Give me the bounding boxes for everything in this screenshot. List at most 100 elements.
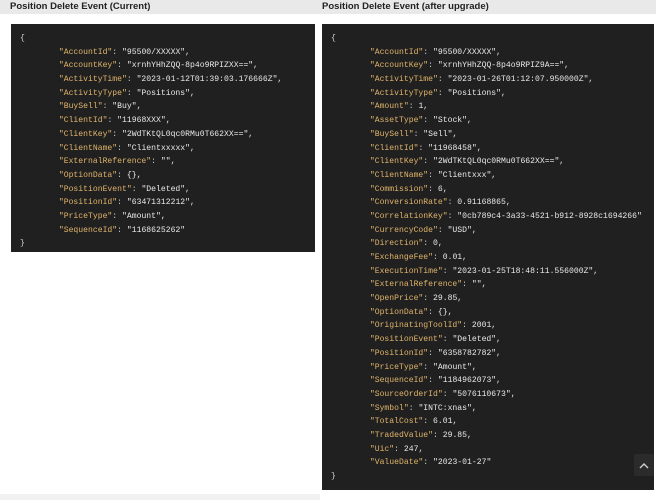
json-value: "2WdTKtQL0qc0RMu0T662XX==",: [122, 129, 254, 139]
json-field-line: "CorrelationKey": "0cb789c4-3a33-4521-b9…: [369, 211, 642, 221]
json-field-line: "Uic": 247,: [369, 444, 424, 454]
current-event-panel: Position Delete Event (Current) { "Accou…: [0, 0, 320, 252]
json-field-line: "ActivityType": "Positions",: [58, 88, 195, 98]
json-field-line: "SequenceId": "1184962073",: [369, 376, 502, 386]
json-key: "ValueDate": [369, 458, 424, 468]
json-key: "Symbol": [369, 403, 409, 413]
json-value: "2023-01-25T18:48:11.556000Z",: [452, 266, 599, 276]
json-key: "Direction": [369, 239, 424, 249]
json-key: "SequenceId": [58, 225, 118, 235]
json-field-line: "OriginatingToolId": 2001,: [369, 321, 497, 331]
json-value: 2001,: [471, 321, 497, 331]
scroll-to-top-button[interactable]: [634, 454, 654, 476]
json-field-line: "CurrencyCode": "USD",: [369, 225, 477, 235]
json-key: "BuySell": [58, 102, 103, 112]
json-value: 0.91168865,: [457, 198, 511, 208]
close-brace: }: [20, 239, 25, 249]
json-field-line: "ExternalReference": "",: [369, 280, 487, 290]
json-key: "ExchangeFee": [369, 253, 434, 262]
json-value: 247,: [403, 444, 424, 454]
json-key: "OptionData": [369, 307, 429, 317]
json-key: "BuySell": [369, 129, 414, 139]
json-key: "ClientName": [58, 143, 118, 153]
json-value: "",: [160, 157, 176, 167]
json-field-line: "TradedValue": 29.85,: [369, 430, 472, 440]
json-key: "CorrelationKey": [369, 211, 448, 221]
json-field-line: "ExecutionTime": "2023-01-25T18:48:11.55…: [369, 266, 599, 276]
json-key: "ActivityTime": [369, 75, 438, 85]
json-value: "2WdTKtQL0qc0RMu0T662XX==",: [433, 157, 565, 167]
json-field-line: "Symbol": "INTC:xnas",: [369, 403, 477, 413]
json-field-line: "ClientId": "11968XXX",: [58, 116, 171, 126]
json-value: "",: [471, 280, 487, 290]
json-key: "PriceType": [369, 362, 424, 372]
json-value: 1,: [418, 102, 429, 112]
json-value: "Positions",: [136, 88, 195, 98]
json-key: "AssetType": [369, 116, 424, 126]
json-field-line: "ExternalReference": "",: [58, 157, 176, 167]
json-key: "OpenPrice": [369, 294, 424, 304]
json-key: "AccountKey": [369, 61, 429, 71]
open-brace: {: [20, 34, 25, 43]
json-value: "Clientxxx",: [437, 170, 497, 180]
json-key: "SourceOrderId": [369, 389, 443, 399]
json-value: {},: [126, 170, 142, 180]
json-key: "ExecutionTime": [369, 266, 443, 276]
json-value: "5076110673",: [452, 389, 516, 399]
json-field-line: "SequenceId": "1168625262": [58, 225, 186, 235]
json-value: "INTC:xnas",: [418, 403, 477, 413]
json-value: "Positions",: [447, 88, 506, 98]
json-field-line: "OptionData": {},: [369, 307, 453, 317]
json-field-line: "Amount": 1,: [369, 102, 429, 112]
json-key: "PositionEvent": [58, 184, 132, 194]
json-key: "TradedValue": [369, 430, 434, 440]
json-value: "6358782782",: [437, 348, 502, 358]
json-field-line: "AssetType": "Stock",: [369, 116, 472, 126]
json-key: "ActivityType": [58, 88, 127, 98]
json-value: {},: [437, 307, 453, 317]
json-key: "Commission": [369, 184, 429, 194]
json-value: "11968XXX",: [117, 116, 171, 126]
json-key: "ClientKey": [369, 157, 424, 167]
json-key: "CurrencyCode": [369, 225, 438, 235]
json-field-line: "ClientKey": "2WdTKtQL0qc0RMu0T662XX==",: [58, 129, 254, 139]
json-value: 6,: [437, 184, 448, 194]
json-field-line: "AccountKey": "xrnhYHhZQQ-8p4o9RPIZ9A=="…: [369, 61, 570, 71]
json-value: "95500/XXXXX",: [433, 47, 502, 57]
json-field-line: "PositionEvent": "Deleted",: [58, 184, 191, 194]
json-value: "Buy",: [112, 102, 142, 112]
json-field-line: "Direction": 0,: [369, 239, 443, 249]
json-field-line: "TotalCost": 6.01,: [369, 417, 458, 427]
json-value: "0cb789c4-3a33-4521-b912-8928c1694266": [457, 211, 642, 221]
json-value: 6.01,: [433, 417, 458, 427]
json-value: "2023-01-27": [433, 458, 492, 468]
json-key: "PriceType": [58, 211, 113, 221]
json-value: "Stock",: [433, 116, 472, 126]
json-key: "ClientName": [369, 170, 429, 180]
json-value: 29.85,: [433, 294, 463, 304]
json-key: "AccountKey": [58, 61, 118, 71]
json-key: "OptionData": [58, 170, 118, 180]
json-key: "Uic": [369, 444, 395, 454]
json-field-line: "ClientId": "11968458",: [369, 143, 482, 153]
json-field-line: "ClientName": "Clientxxx",: [369, 170, 497, 180]
json-value: "1168625262": [126, 225, 186, 235]
json-key: "ConversionRate": [369, 198, 448, 208]
open-brace: {: [331, 34, 336, 43]
json-key: "ExternalReference": [58, 157, 152, 167]
json-field-line: "AccountKey": "xrnhYHhZQQ-8p4o9RPIZXX=="…: [58, 61, 259, 71]
json-key: "Amount": [369, 102, 409, 112]
json-key: "SequenceId": [369, 376, 429, 386]
json-value: 0.01,: [442, 253, 468, 262]
json-field-line: "BuySell": "Buy",: [58, 102, 142, 112]
json-value: "63471312212",: [126, 198, 195, 208]
json-field-line: "ActivityTime": "2023-01-26T01:12:07.950…: [369, 75, 594, 85]
close-brace: }: [331, 472, 336, 481]
json-value: "Deleted",: [452, 335, 502, 345]
json-field-line: "ActivityType": "Positions",: [369, 88, 506, 98]
bottom-strip: [0, 494, 320, 500]
chevron-up-icon: [639, 462, 649, 468]
json-key: "TotalCost": [369, 417, 424, 427]
current-event-title: Position Delete Event (Current): [0, 0, 320, 14]
json-value: "2023-01-26T01:12:07.950000Z",: [447, 75, 594, 85]
